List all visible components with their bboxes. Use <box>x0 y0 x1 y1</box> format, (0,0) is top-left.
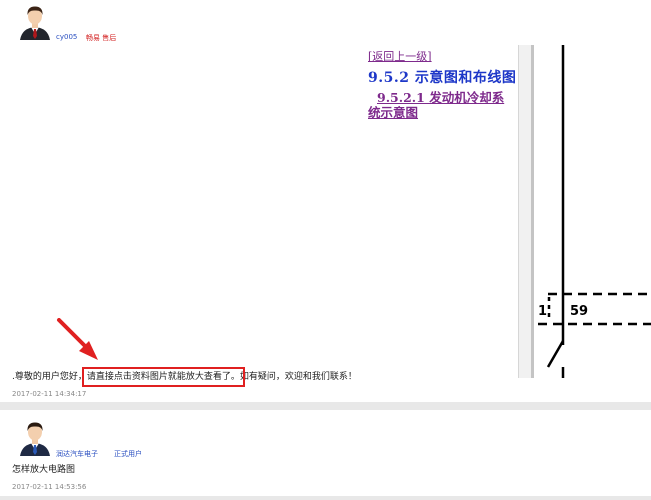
user-avatar[interactable] <box>18 418 52 456</box>
message-suffix: 如有疑问，欢迎和我们联系！ <box>239 372 357 382</box>
subsection-title-line1: 9.5.2.1 发动机冷却系 <box>377 90 505 105</box>
post-message: .尊敬的用户您好，请直接点击资料图片就能放大查看了。如有疑问，欢迎和我们联系！ <box>12 367 357 387</box>
user-role-badge: 畅易 售后 <box>86 34 117 42</box>
annotation-arrow <box>57 318 98 360</box>
username-link[interactable]: 润达汽车电子 <box>56 449 98 459</box>
post-card: cy005 畅易 售后 [返回上一级] 9.5.2 示意图和布线图 9.5.2.… <box>0 0 651 402</box>
scrollbar[interactable] <box>518 45 531 378</box>
highlighted-instruction: 请直接点击资料图片就能放大查看了。 <box>81 367 245 387</box>
section-heading: 9.5.2 示意图和布线图 <box>368 70 517 86</box>
cooling-system-diagram[interactable]: 1 59 <box>534 45 651 378</box>
diagram-label-59: 59 <box>570 304 588 319</box>
username-link[interactable]: cy005 <box>56 33 77 41</box>
post-timestamp: 2017-02-11 14:34:17 <box>12 390 87 398</box>
subsection-title-line2: 统示意图 <box>368 105 419 120</box>
subsection-link[interactable]: 9.5.2.1 发动机冷却系 统示意图 <box>368 90 513 120</box>
user-role-badge: 正式用户 <box>114 450 142 458</box>
reply-message: 怎样放大电路图 <box>12 465 76 475</box>
document-embed[interactable]: [返回上一级] 9.5.2 示意图和布线图 9.5.2.1 发动机冷却系 统示意… <box>363 45 651 378</box>
back-link[interactable]: [返回上一级] <box>368 48 432 64</box>
reply-timestamp: 2017-02-11 14:53:56 <box>12 483 87 491</box>
user-avatar[interactable] <box>18 2 52 40</box>
diagram-label-1: 1 <box>538 304 547 319</box>
message-prefix: .尊敬的用户您好， <box>12 372 87 382</box>
